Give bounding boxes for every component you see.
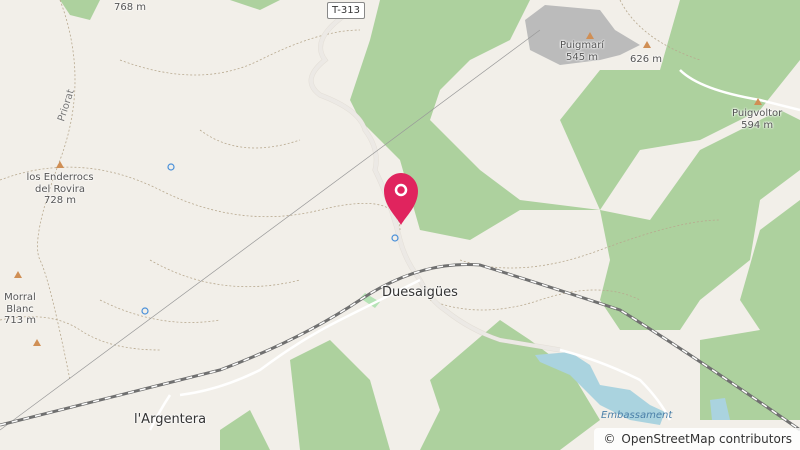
location-marker-icon[interactable] [384, 173, 418, 225]
map-view[interactable]: T-313 768 m Priorat Puigmarí 545 m 626 m … [0, 0, 800, 450]
peak-label: Puigvoltor 594 m [732, 108, 783, 131]
spring-icons [141, 163, 399, 315]
peak-label: los Enderrocs del Rovira 728 m [26, 172, 94, 206]
water-label: Embassament [601, 410, 673, 421]
peak-label: Morral Blanc 713 m [4, 292, 37, 326]
attribution: © OpenStreetMap contributors [593, 428, 800, 450]
place-label-duesaigues: Duesaigües [382, 285, 458, 300]
attribution-link[interactable]: OpenStreetMap contributors [621, 432, 792, 446]
map-tiles [0, 0, 800, 450]
peak-label: 626 m [630, 54, 663, 65]
place-label-argentera: l'Argentera [134, 412, 207, 427]
copyright-symbol: © [603, 432, 616, 446]
elevation-label: 768 m [114, 2, 147, 13]
peak-label: Puigmarí 545 m [560, 40, 605, 63]
road-shield: T-313 [327, 2, 365, 19]
